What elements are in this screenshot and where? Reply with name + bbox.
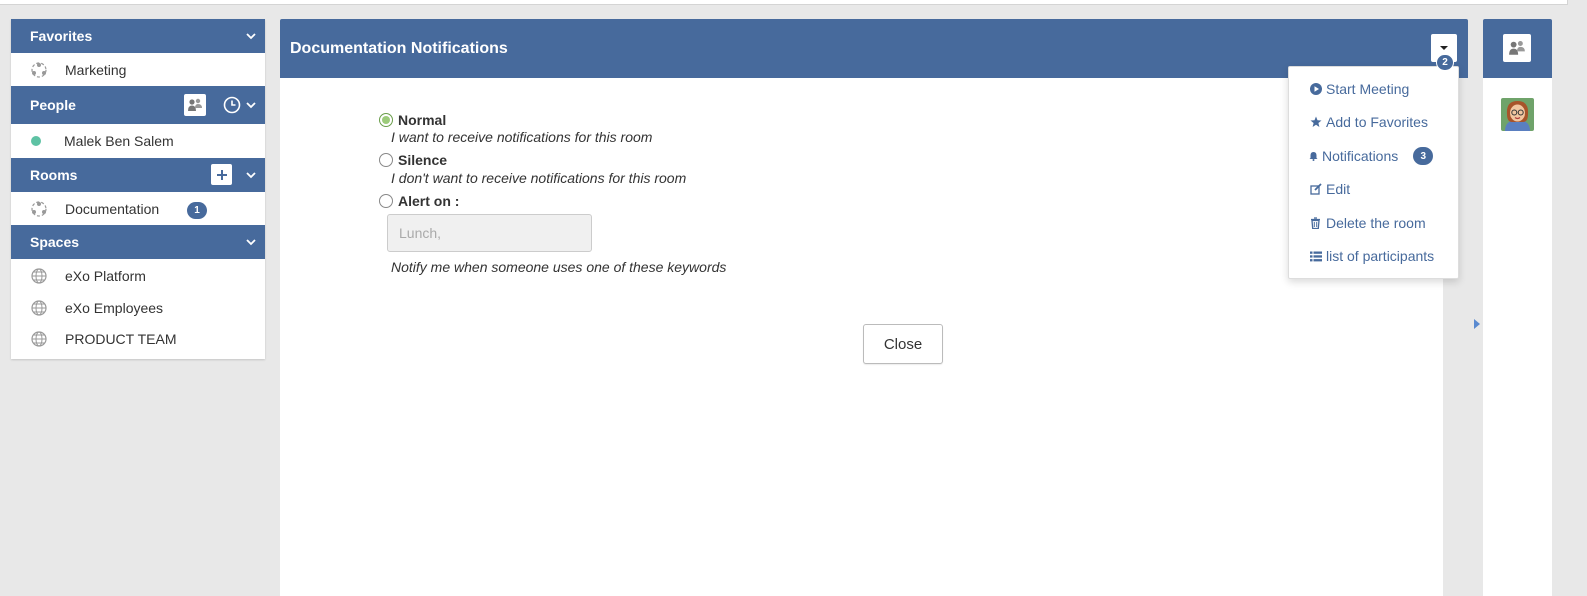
keywords-input[interactable] <box>387 214 592 252</box>
star-icon <box>1309 116 1322 129</box>
menu-item-label: Notifications <box>1322 148 1399 164</box>
top-bar <box>0 0 1568 5</box>
menu-item-label: Delete the room <box>1326 215 1426 231</box>
silence-radio[interactable] <box>379 153 393 167</box>
sidebar-item-exo-platform[interactable]: eXo Platform <box>11 259 265 292</box>
sidebar-item-label: Documentation <box>65 200 160 217</box>
add-contact-button[interactable] <box>184 94 206 116</box>
avatar[interactable] <box>1501 98 1534 131</box>
option-alert[interactable]: Alert on : <box>379 193 459 209</box>
chevron-down-icon[interactable] <box>245 99 257 111</box>
participants-header <box>1483 19 1552 78</box>
group-icon <box>29 60 49 80</box>
contacts-icon <box>188 98 202 111</box>
add-room-button[interactable] <box>211 164 232 185</box>
room-actions-menu: Start Meeting Add to Favorites Notificat… <box>1288 66 1459 279</box>
chevron-down-icon[interactable] <box>245 30 257 42</box>
sidebar-item-label: PRODUCT TEAM <box>65 330 177 347</box>
option-silence[interactable]: Silence <box>379 152 447 168</box>
menu-item-label: Add to Favorites <box>1326 114 1428 130</box>
edit-icon <box>1309 183 1322 196</box>
menu-item-label: list of participants <box>1326 248 1435 264</box>
room-actions-badge: 2 <box>1436 54 1454 71</box>
normal-radio[interactable] <box>379 113 393 127</box>
globe-icon <box>29 298 49 318</box>
caret-down-icon <box>1440 46 1448 50</box>
favorites-title: Favorites <box>30 28 93 44</box>
menu-item-list-of-participants[interactable]: list of participants <box>1309 246 1434 266</box>
chevron-down-icon[interactable] <box>245 236 257 248</box>
participants-panel <box>1483 78 1552 596</box>
group-icon <box>29 199 49 219</box>
alert-hint: Notify me when someone uses one of these… <box>391 259 727 275</box>
spaces-title: Spaces <box>30 234 80 250</box>
globe-icon <box>29 266 49 286</box>
rooms-header[interactable]: Rooms <box>11 158 265 192</box>
sidebar-item-product-team[interactable]: PRODUCT TEAM <box>11 323 265 354</box>
menu-item-delete-room[interactable]: Delete the room <box>1309 213 1426 233</box>
rooms-title: Rooms <box>30 167 78 183</box>
sidebar-item-label: Malek Ben Salem <box>64 133 174 149</box>
chevron-down-icon[interactable] <box>245 169 257 181</box>
participants-toggle-button[interactable] <box>1503 34 1531 62</box>
menu-item-edit[interactable]: Edit <box>1309 179 1350 199</box>
plus-icon <box>216 169 227 180</box>
alert-label: Alert on : <box>398 193 460 209</box>
spaces-header[interactable]: Spaces <box>11 225 265 259</box>
online-status-icon <box>31 136 41 146</box>
sidebar-item-label: Marketing <box>65 61 127 78</box>
caret-right-icon[interactable] <box>1474 319 1480 329</box>
bell-icon <box>1309 150 1318 163</box>
normal-hint: I want to receive notifications for this… <box>391 129 653 145</box>
normal-label: Normal <box>398 112 447 128</box>
sidebar-item-exo-employees[interactable]: eXo Employees <box>11 292 265 323</box>
people-header[interactable]: People <box>11 86 265 124</box>
favorites-header[interactable]: Favorites <box>11 19 265 53</box>
menu-item-label: Edit <box>1326 181 1351 197</box>
menu-item-label: Start Meeting <box>1326 81 1410 97</box>
menu-item-start-meeting[interactable]: Start Meeting <box>1309 79 1409 99</box>
menu-item-notifications[interactable]: Notifications 3 <box>1309 146 1434 166</box>
clock-icon[interactable] <box>223 96 241 114</box>
silence-label: Silence <box>398 152 448 168</box>
notifications-panel <box>280 78 1443 596</box>
sidebar-item-marketing[interactable]: Marketing <box>11 53 265 86</box>
alert-radio[interactable] <box>379 194 393 208</box>
trash-icon <box>1309 217 1322 230</box>
sidebar-item-label: eXo Platform <box>65 267 146 284</box>
sidebar: Favorites Marketing People Malek Ben Sal… <box>11 19 265 359</box>
close-button[interactable]: Close <box>863 324 943 364</box>
sidebar-item-malek-ben-salem[interactable]: Malek Ben Salem <box>11 124 265 158</box>
option-normal[interactable]: Normal <box>379 112 446 128</box>
globe-icon <box>29 329 49 349</box>
notifications-badge: 3 <box>1413 147 1434 165</box>
list-icon <box>1309 250 1322 263</box>
sidebar-item-documentation[interactable]: Documentation 1 <box>11 192 265 225</box>
play-circle-icon <box>1309 83 1322 96</box>
menu-item-add-to-favorites[interactable]: Add to Favorites <box>1309 112 1428 132</box>
unread-badge: 1 <box>187 202 207 219</box>
contacts-icon <box>1509 41 1525 55</box>
sidebar-item-label: eXo Employees <box>65 299 164 316</box>
silence-hint: I don't want to receive notifications fo… <box>391 170 687 186</box>
page-title: Documentation Notifications <box>290 39 508 57</box>
people-title: People <box>30 97 76 113</box>
